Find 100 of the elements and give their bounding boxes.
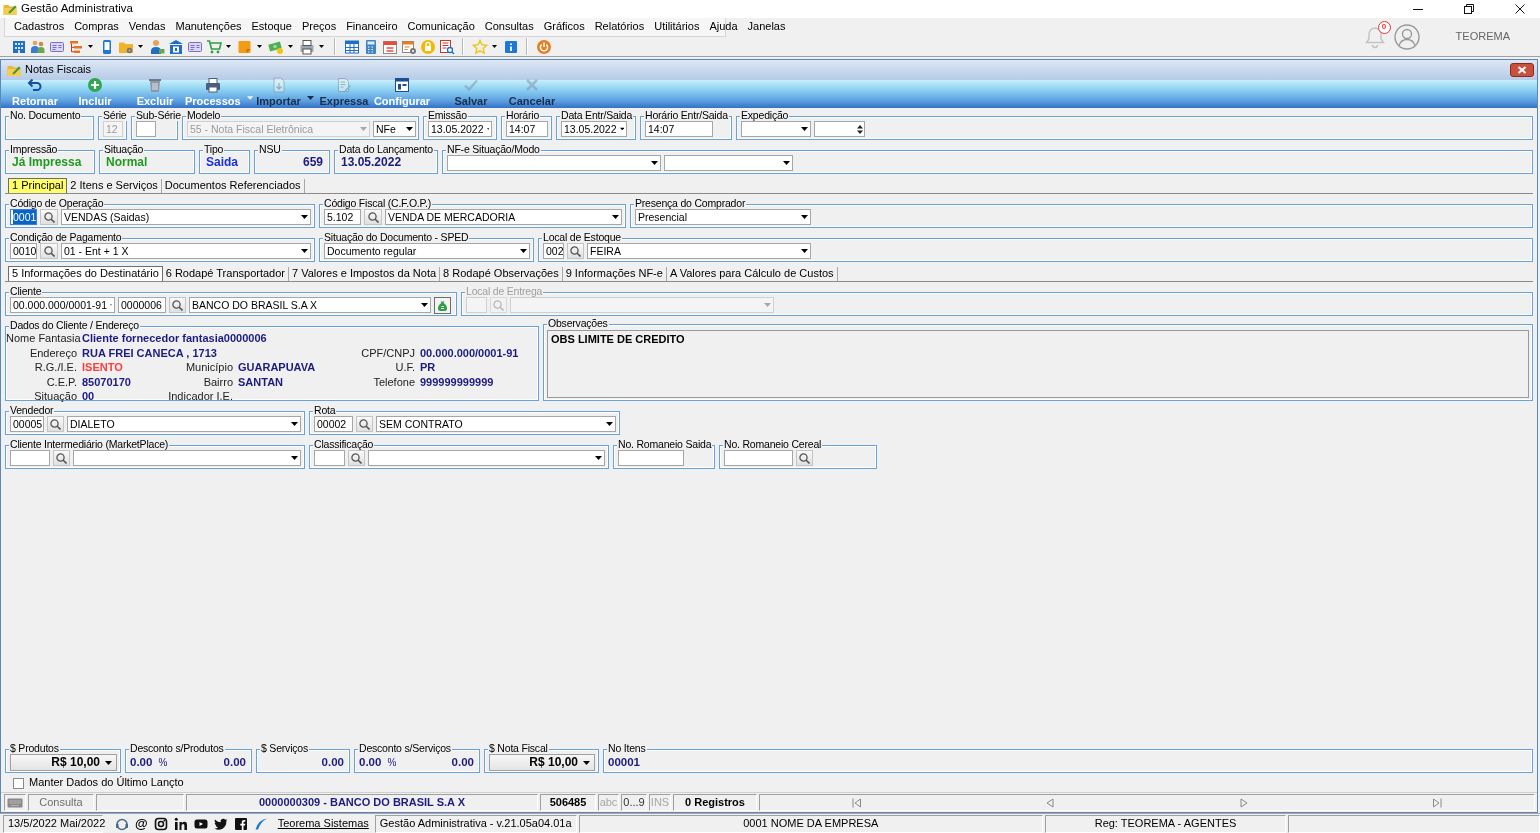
close-icon[interactable]: [1515, 4, 1525, 14]
caret-icon[interactable]: [291, 456, 298, 460]
bank-icon[interactable]: [167, 38, 184, 55]
menu-item[interactable]: Estoque: [246, 20, 297, 34]
calendar-icon[interactable]: [381, 38, 398, 55]
menu-item[interactable]: Cadastros: [9, 20, 70, 34]
headset-icon[interactable]: [115, 816, 129, 831]
star-icon[interactable]: [471, 38, 488, 55]
caret-icon[interactable]: [406, 127, 413, 131]
instagram-icon[interactable]: [153, 816, 168, 831]
input-field[interactable]: 002: [543, 243, 564, 259]
input-field[interactable]: 0000006: [118, 297, 166, 313]
caret-icon[interactable]: [619, 127, 624, 131]
dropdown[interactable]: FEIRA: [587, 243, 811, 259]
search-button[interactable]: [796, 450, 813, 466]
input-field[interactable]: 0001: [10, 209, 37, 225]
tab[interactable]: 1 Principal: [8, 178, 68, 193]
report-icon[interactable]: [438, 38, 455, 55]
caret-icon[interactable]: [783, 161, 790, 165]
email-link[interactable]: @: [135, 816, 148, 831]
dropdown[interactable]: VENDA DE MERCADORIA: [385, 209, 622, 225]
menu-item[interactable]: Vendas: [123, 20, 171, 34]
caret-icon[interactable]: [612, 215, 619, 219]
checkbox[interactable]: [13, 777, 24, 789]
search-button[interactable]: [348, 450, 365, 466]
dropdown[interactable]: SEM CONTRATO: [376, 416, 616, 432]
dropdown[interactable]: 13.05.2022: [428, 121, 492, 137]
tab[interactable]: Documentos Referenciados: [161, 179, 305, 193]
search-button[interactable]: [40, 209, 58, 225]
tree-list-icon[interactable]: [67, 38, 84, 55]
tab[interactable]: A Valores para Cálculo de Custos: [666, 267, 838, 281]
input-field[interactable]: [10, 450, 50, 466]
caret-icon[interactable]: [651, 161, 658, 165]
info-icon[interactable]: [502, 38, 519, 55]
search-button[interactable]: [169, 297, 186, 313]
menu-item[interactable]: Gráficos: [538, 20, 590, 34]
caret-icon[interactable]: [301, 215, 308, 219]
menu-item[interactable]: Comunicação: [402, 20, 480, 34]
caret-icon[interactable]: [226, 45, 231, 48]
caret-icon[interactable]: [583, 760, 590, 765]
caret-icon[interactable]: [319, 45, 324, 48]
input-field[interactable]: 5.102: [324, 209, 361, 225]
calendar-gear-icon[interactable]: [400, 38, 417, 55]
search-button[interactable]: [567, 243, 584, 259]
menu-item[interactable]: Manutenções: [170, 20, 247, 34]
last-record-icon[interactable]: [1432, 797, 1443, 808]
table-icon[interactable]: [343, 38, 360, 55]
close-icon[interactable]: [1510, 63, 1534, 77]
menu-item[interactable]: Utilitários: [649, 20, 705, 34]
building-icon[interactable]: [10, 38, 27, 55]
input-field[interactable]: 0010: [10, 243, 37, 259]
tab[interactable]: 7 Valores e Impostos da Nota: [289, 267, 441, 281]
caret-icon[interactable]: [606, 422, 613, 426]
menu-item[interactable]: Consultas: [479, 20, 539, 34]
dropdown[interactable]: Documento regular: [324, 243, 530, 259]
search-button[interactable]: [364, 209, 382, 225]
money-bag-icon[interactable]: [434, 297, 451, 314]
caret-icon[interactable]: [520, 249, 527, 253]
caret-icon[interactable]: [486, 127, 489, 131]
tab[interactable]: 6 Rodapé Transportador: [162, 267, 289, 281]
menu-item[interactable]: Compras: [69, 20, 124, 34]
caret-icon[interactable]: [257, 45, 262, 48]
dropdown[interactable]: 00.000.000/0001-91: [10, 297, 115, 313]
caret-icon[interactable]: [88, 45, 93, 48]
amount-dropdown[interactable]: R$ 10,00: [10, 754, 117, 771]
first-record-icon[interactable]: [851, 797, 862, 808]
power-icon[interactable]: [535, 38, 552, 55]
search-button[interactable]: [40, 243, 58, 259]
caret-icon[interactable]: [492, 45, 497, 48]
caret-icon[interactable]: [801, 249, 808, 253]
input-field[interactable]: [724, 450, 793, 466]
caret-icon[interactable]: [301, 249, 308, 253]
menu-item[interactable]: Preços: [296, 20, 342, 34]
bell-icon[interactable]: [1363, 25, 1386, 49]
dropdown[interactable]: DIALETO: [67, 416, 301, 432]
input-field[interactable]: 14:07: [645, 121, 713, 137]
search-button[interactable]: [356, 416, 373, 432]
input-field[interactable]: [136, 121, 156, 137]
caret-icon[interactable]: [801, 127, 808, 131]
dropdown[interactable]: VENDAS (Saidas): [61, 209, 311, 225]
menu-item[interactable]: Ajuda: [704, 20, 743, 34]
facebook-icon[interactable]: [233, 816, 248, 831]
caret-icon[interactable]: [595, 456, 602, 460]
dropdown[interactable]: 01 - Ent + 1 X: [61, 243, 311, 259]
printer-icon[interactable]: [298, 38, 315, 55]
caret-icon[interactable]: [291, 422, 298, 426]
search-button[interactable]: [53, 450, 70, 466]
caret-icon[interactable]: [801, 215, 808, 219]
caret-icon[interactable]: [138, 45, 143, 48]
linkedin-icon[interactable]: [173, 816, 188, 831]
dropdown[interactable]: NFe: [373, 121, 416, 137]
dropdown[interactable]: Presencial: [635, 209, 811, 225]
next-record-icon[interactable]: [1238, 797, 1249, 808]
spin-arrows-icon[interactable]: [857, 123, 863, 135]
input-field[interactable]: 00005: [10, 416, 44, 432]
menu-item[interactable]: Janelas: [742, 20, 791, 34]
website-link[interactable]: Teorema Sistemas: [277, 816, 369, 831]
caret-icon[interactable]: [288, 45, 293, 48]
swoosh-logo-icon[interactable]: [253, 816, 268, 831]
input-field[interactable]: 00002: [314, 416, 353, 432]
